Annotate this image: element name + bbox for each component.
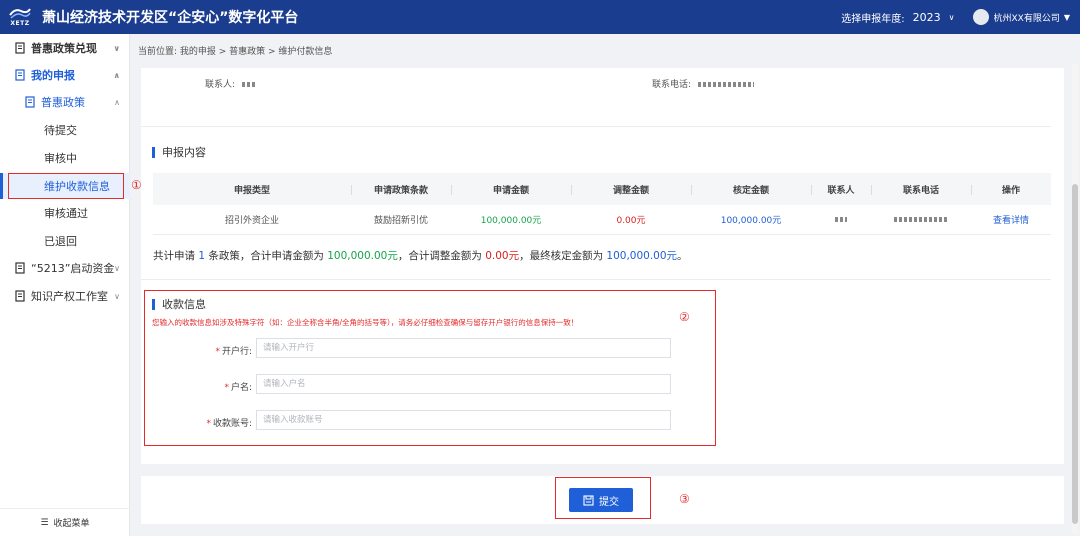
chevron-down-icon: ∨ bbox=[113, 43, 121, 53]
sidebar-item-label: 普惠政策 bbox=[41, 96, 85, 109]
avatar[interactable] bbox=[972, 9, 989, 25]
contact-phone-value-masked bbox=[697, 82, 754, 87]
summary-text: 条政策，合计申请金额为 bbox=[205, 250, 328, 262]
cell-type: 招引外资企业 bbox=[224, 216, 279, 226]
col-header-type: 申报类型 bbox=[233, 185, 270, 196]
document-icon bbox=[15, 290, 25, 302]
sidebar-item-label: 普惠政策兑现 bbox=[31, 42, 97, 55]
cell-apply-amount: 100,000.00元 bbox=[480, 216, 542, 226]
document-icon bbox=[25, 96, 35, 108]
summary-text: 共计申请 bbox=[153, 250, 199, 262]
logo-text: XETZ bbox=[10, 20, 30, 27]
declaration-title: 申报内容 bbox=[162, 146, 206, 159]
scrollbar-thumb[interactable] bbox=[1072, 184, 1078, 524]
contact-phone-label: 联系电话: bbox=[652, 80, 692, 90]
sidebar-item-label: 审核中 bbox=[44, 152, 77, 165]
sidebar-item-ip-studio[interactable]: 知识产权工作室 ∨ bbox=[0, 283, 130, 309]
document-icon bbox=[15, 69, 25, 81]
contact-phone: 联系电话: bbox=[652, 77, 754, 90]
chevron-down-icon[interactable]: ∨ bbox=[949, 13, 955, 22]
collapse-menu-button[interactable]: ☰ 收起菜单 bbox=[0, 508, 130, 536]
col-header-adjust-amount: 调整金额 bbox=[571, 183, 691, 196]
cell-clause: 鼓励招新引优 bbox=[373, 216, 428, 226]
collapse-menu-label: 收起菜单 bbox=[53, 519, 90, 529]
col-header-phone: 联系电话 bbox=[871, 183, 971, 196]
declaration-table: 申报类型 申请政策条款 申请金额 调整金额 核定金额 联系人 联系电话 操作 招… bbox=[153, 173, 1051, 235]
col-header-approved-amount: 核定金额 bbox=[691, 183, 811, 196]
sidebar-item-pending[interactable]: 待提交 bbox=[0, 117, 130, 143]
year-select[interactable]: 2023 bbox=[913, 11, 941, 24]
divider bbox=[141, 126, 1051, 127]
document-icon bbox=[15, 42, 25, 54]
chevron-down-icon: ∨ bbox=[114, 263, 120, 273]
summary-apply-amount: 100,000.00元 bbox=[327, 250, 398, 262]
sidebar-item-label: “5213”启动资金 bbox=[31, 262, 115, 275]
cell-phone-masked bbox=[871, 215, 971, 225]
contact-person-value-masked bbox=[241, 82, 256, 87]
contact-person-label: 联系人: bbox=[205, 80, 236, 90]
summary-approved-amount: 100,000.00元 bbox=[606, 250, 678, 262]
cell-adjust-amount: 0.00元 bbox=[616, 216, 646, 226]
annotation-number-3: ③ bbox=[679, 492, 690, 506]
section-bar bbox=[152, 146, 155, 158]
top-bar: XETZ 萧山经济技术开发区“企安心”数字化平台 选择申报年度: 2023 ∨ … bbox=[0, 0, 1080, 34]
annotation-box-3 bbox=[555, 477, 651, 519]
summary-text: 。 bbox=[677, 250, 688, 262]
cell-contact-masked bbox=[811, 215, 871, 225]
sidebar-item-my-declarations[interactable]: 我的申报 ∧ bbox=[0, 62, 130, 88]
col-header-contact: 联系人 bbox=[811, 183, 871, 196]
chevron-up-icon: ∧ bbox=[114, 97, 120, 107]
menu-fold-icon: ☰ bbox=[40, 517, 49, 528]
sidebar-item-policy-redeem[interactable]: 普惠政策兑现 ∨ bbox=[0, 35, 130, 61]
summary-text: ，最终核定金额为 bbox=[519, 250, 607, 262]
sidebar-item-label: 待提交 bbox=[44, 124, 77, 137]
breadcrumb: 当前位置: 我的申报 > 普惠政策 > 维护付款信息 bbox=[138, 47, 333, 57]
sidebar-item-inclusive-policy[interactable]: 普惠政策 ∧ bbox=[0, 89, 130, 115]
table-row: 招引外资企业 鼓励招新引优 100,000.00元 0.00元 100,000.… bbox=[153, 205, 1051, 235]
sidebar-item-label: 知识产权工作室 bbox=[31, 290, 108, 303]
summary-text: ，合计调整金额为 bbox=[397, 250, 486, 262]
cell-approved-amount: 100,000.00元 bbox=[720, 216, 782, 226]
chevron-down-icon: ∨ bbox=[114, 291, 120, 301]
col-header-apply-amount: 申请金额 bbox=[451, 183, 571, 196]
divider bbox=[141, 279, 1051, 280]
logo-icon bbox=[9, 8, 31, 19]
year-label: 选择申报年度: bbox=[841, 13, 905, 25]
annotation-box-2 bbox=[144, 290, 716, 446]
caret-down-icon[interactable]: ▼ bbox=[1064, 13, 1070, 22]
sidebar-item-5213-fund[interactable]: “5213”启动资金 ∨ bbox=[0, 255, 130, 281]
sidebar-item-approved[interactable]: 审核通过 bbox=[0, 200, 130, 226]
app-title: 萧山经济技术开发区“企安心”数字化平台 bbox=[42, 10, 299, 26]
declaration-summary: 共计申请 1 条政策，合计申请金额为 100,000.00元，合计调整金额为 0… bbox=[153, 248, 688, 263]
contact-person: 联系人: bbox=[205, 77, 256, 90]
table-header: 申报类型 申请政策条款 申请金额 调整金额 核定金额 联系人 联系电话 操作 bbox=[153, 173, 1051, 205]
sidebar-item-label: 审核通过 bbox=[44, 207, 88, 220]
document-icon bbox=[15, 262, 25, 274]
annotation-number-2: ② bbox=[679, 310, 690, 324]
scrollbar[interactable] bbox=[1072, 64, 1078, 534]
sidebar-item-reviewing[interactable]: 审核中 bbox=[0, 145, 130, 171]
declaration-section-title: 申报内容 bbox=[152, 144, 206, 160]
annotation-number-1: ① bbox=[131, 178, 142, 192]
sidebar: 普惠政策兑现 ∨ 我的申报 ∧ 普惠政策 ∧ 待提交 审核中 维护收款信息 审核… bbox=[0, 34, 130, 536]
user-name[interactable]: 杭州XX有限公司 bbox=[994, 11, 1060, 24]
platform-logo[interactable]: XETZ bbox=[0, 0, 40, 34]
summary-adjust-amount: 0.00元 bbox=[485, 250, 520, 262]
sidebar-item-label: 我的申报 bbox=[31, 69, 75, 82]
chevron-up-icon: ∧ bbox=[113, 70, 121, 80]
col-header-action: 操作 bbox=[971, 183, 1051, 196]
view-details-link[interactable]: 查看详情 bbox=[971, 213, 1051, 226]
header-right: 选择申报年度: 2023 ∨ 杭州XX有限公司 ▼ bbox=[841, 0, 1070, 34]
sidebar-item-returned[interactable]: 已退回 bbox=[0, 228, 130, 254]
col-header-clause: 申请政策条款 bbox=[351, 183, 451, 196]
sidebar-item-label: 已退回 bbox=[44, 235, 77, 248]
annotation-box-1 bbox=[8, 173, 124, 199]
